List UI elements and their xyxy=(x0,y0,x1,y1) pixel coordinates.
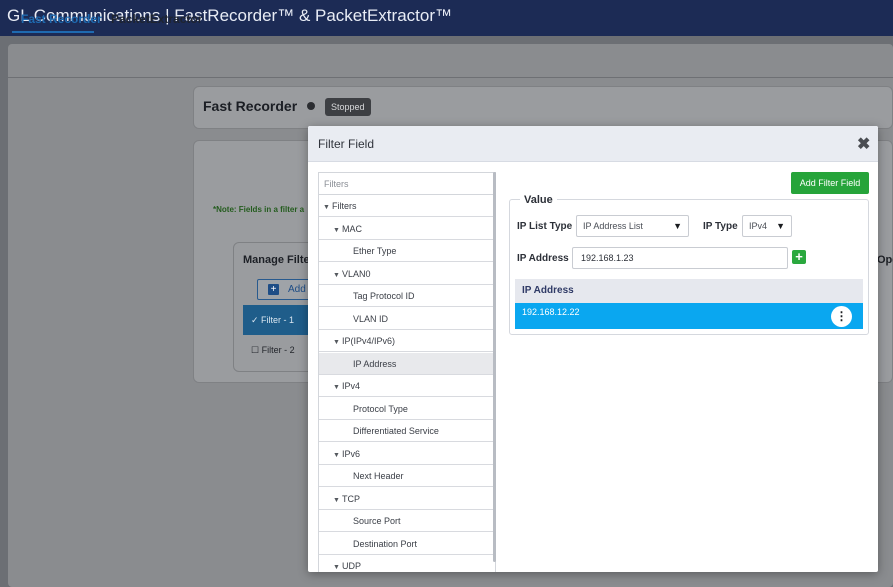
dropdown-arrow-icon: ▼ xyxy=(673,221,682,231)
tree-item[interactable]: Destination Port xyxy=(319,533,493,555)
filter-item-1-label: Filter - 1 xyxy=(261,315,295,325)
tree-item[interactable]: ▼ VLAN0 xyxy=(319,263,493,285)
fast-recorder-title: Fast Recorder xyxy=(203,98,298,114)
fast-recorder-panel xyxy=(193,86,893,129)
ip-list-type-value: IP Address List xyxy=(583,221,643,231)
tree-item[interactable]: ▼ Filters xyxy=(319,195,493,217)
filter-item-2-label: Filter - 2 xyxy=(261,345,295,355)
filter-search-input[interactable] xyxy=(319,173,495,195)
tree-item-label: IP Address xyxy=(353,358,397,369)
caret-down-icon[interactable]: ▼ xyxy=(333,490,342,512)
caret-down-icon[interactable]: ▼ xyxy=(333,332,342,354)
plus-icon: + xyxy=(268,284,279,295)
ip-address-input[interactable] xyxy=(572,247,788,269)
tabs-divider xyxy=(8,77,893,78)
filter-field-modal: Filter Field ✖ ▼Filters▼MACEther Type▼VL… xyxy=(308,126,878,572)
tree-item[interactable]: ▼ IPv4 xyxy=(319,375,493,397)
tree-item-label: Differentiated Service xyxy=(353,426,439,436)
ip-type-label: IP Type xyxy=(703,221,738,232)
ip-list-type-select[interactable]: IP Address List ▼ xyxy=(576,215,689,237)
filter-item-1[interactable]: ✓ Filter - 1 xyxy=(251,315,294,326)
tree-item[interactable]: Ether Type xyxy=(319,240,493,262)
tree-item-label: Source Port xyxy=(353,516,401,526)
tree-item[interactable]: Tag Protocol ID xyxy=(319,285,493,307)
status-dot-icon xyxy=(307,102,315,110)
tree-item[interactable]: Next Header xyxy=(319,465,493,487)
modal-header: Filter Field ✖ xyxy=(308,126,878,162)
dropdown-arrow-icon: ▼ xyxy=(776,221,785,231)
caret-down-icon[interactable]: ▼ xyxy=(333,220,342,242)
tree-item[interactable]: VLAN ID xyxy=(319,308,493,330)
tree-item[interactable]: ▼ MAC xyxy=(319,218,493,240)
tab-packet-extractor[interactable]: PacketExtractor xyxy=(111,12,202,26)
tab-fast-recorder[interactable]: Fast Recorder xyxy=(21,12,102,26)
add-filter-label: Add xyxy=(288,284,306,295)
caret-down-icon[interactable]: ▼ xyxy=(323,197,332,219)
tab-bar xyxy=(8,44,893,78)
truncated-label: Ope xyxy=(877,254,893,266)
status-badge: Stopped xyxy=(325,98,371,116)
manage-filters-title: Manage Filte xyxy=(243,254,310,266)
tree-item-label: Ether Type xyxy=(353,246,397,256)
caret-down-icon[interactable]: ▼ xyxy=(333,445,342,467)
ip-row-value: 192.168.12.22 xyxy=(522,307,580,317)
tree-item-label: VLAN0 xyxy=(342,268,371,279)
filter-note: *Note: Fields in a filter a xyxy=(213,205,305,214)
tree-item[interactable]: Differentiated Service xyxy=(319,420,493,442)
tree-item-label: IP(IPv4/IPv6) xyxy=(342,336,396,346)
tree-item-label: IPv4 xyxy=(342,381,361,391)
tree-item[interactable]: ▼ IP(IPv4/IPv6) xyxy=(319,330,493,352)
tree-item-label: Tag Protocol ID xyxy=(353,291,415,301)
more-options-icon[interactable]: ⋮ xyxy=(831,306,852,327)
tree-item-label: Filters xyxy=(332,201,357,211)
ip-address-label: IP Address xyxy=(517,253,569,264)
tree-item[interactable]: Protocol Type xyxy=(319,398,493,420)
tree-item[interactable]: IP Address xyxy=(319,352,493,375)
filter-tree: ▼Filters▼MACEther Type▼VLAN0Tag Protocol… xyxy=(318,172,496,572)
modal-title: Filter Field xyxy=(318,137,375,151)
tree-scrollbar[interactable] xyxy=(493,172,496,562)
tree-item-label: VLAN ID xyxy=(353,313,389,324)
tree-item-label: IPv6 xyxy=(342,448,361,459)
ip-type-value: IPv4 xyxy=(749,221,768,231)
tree-item-label: Next Header xyxy=(353,471,404,481)
caret-down-icon[interactable]: ▼ xyxy=(333,265,342,287)
close-icon[interactable]: ✖ xyxy=(857,134,870,154)
tree-item[interactable]: ▼ TCP xyxy=(319,488,493,510)
caret-down-icon[interactable]: ▼ xyxy=(333,557,342,572)
add-filter-field-button[interactable]: Add Filter Field xyxy=(791,172,869,194)
tree-item[interactable]: Source Port xyxy=(319,510,493,532)
ip-list-type-label: IP List Type xyxy=(517,221,573,232)
tree-item-label: MAC xyxy=(342,223,362,234)
caret-down-icon[interactable]: ▼ xyxy=(333,377,342,399)
tree-item-label: TCP xyxy=(342,493,360,504)
filter-item-2[interactable]: ☐ Filter - 2 xyxy=(251,345,295,356)
tree-item-label: Protocol Type xyxy=(353,403,408,414)
tree-item-label: UDP xyxy=(342,561,362,571)
ip-type-select[interactable]: IPv4 ▼ xyxy=(742,215,792,237)
tree-item-label: Destination Port xyxy=(353,538,418,549)
tree-item[interactable]: ▼ UDP xyxy=(319,555,493,572)
active-tab-indicator xyxy=(12,31,94,33)
value-legend: Value xyxy=(520,194,557,206)
add-ip-plus-icon[interactable]: + xyxy=(792,250,806,264)
tree-item[interactable]: ▼ IPv6 xyxy=(319,443,493,465)
ip-table-header: IP Address xyxy=(515,279,863,303)
